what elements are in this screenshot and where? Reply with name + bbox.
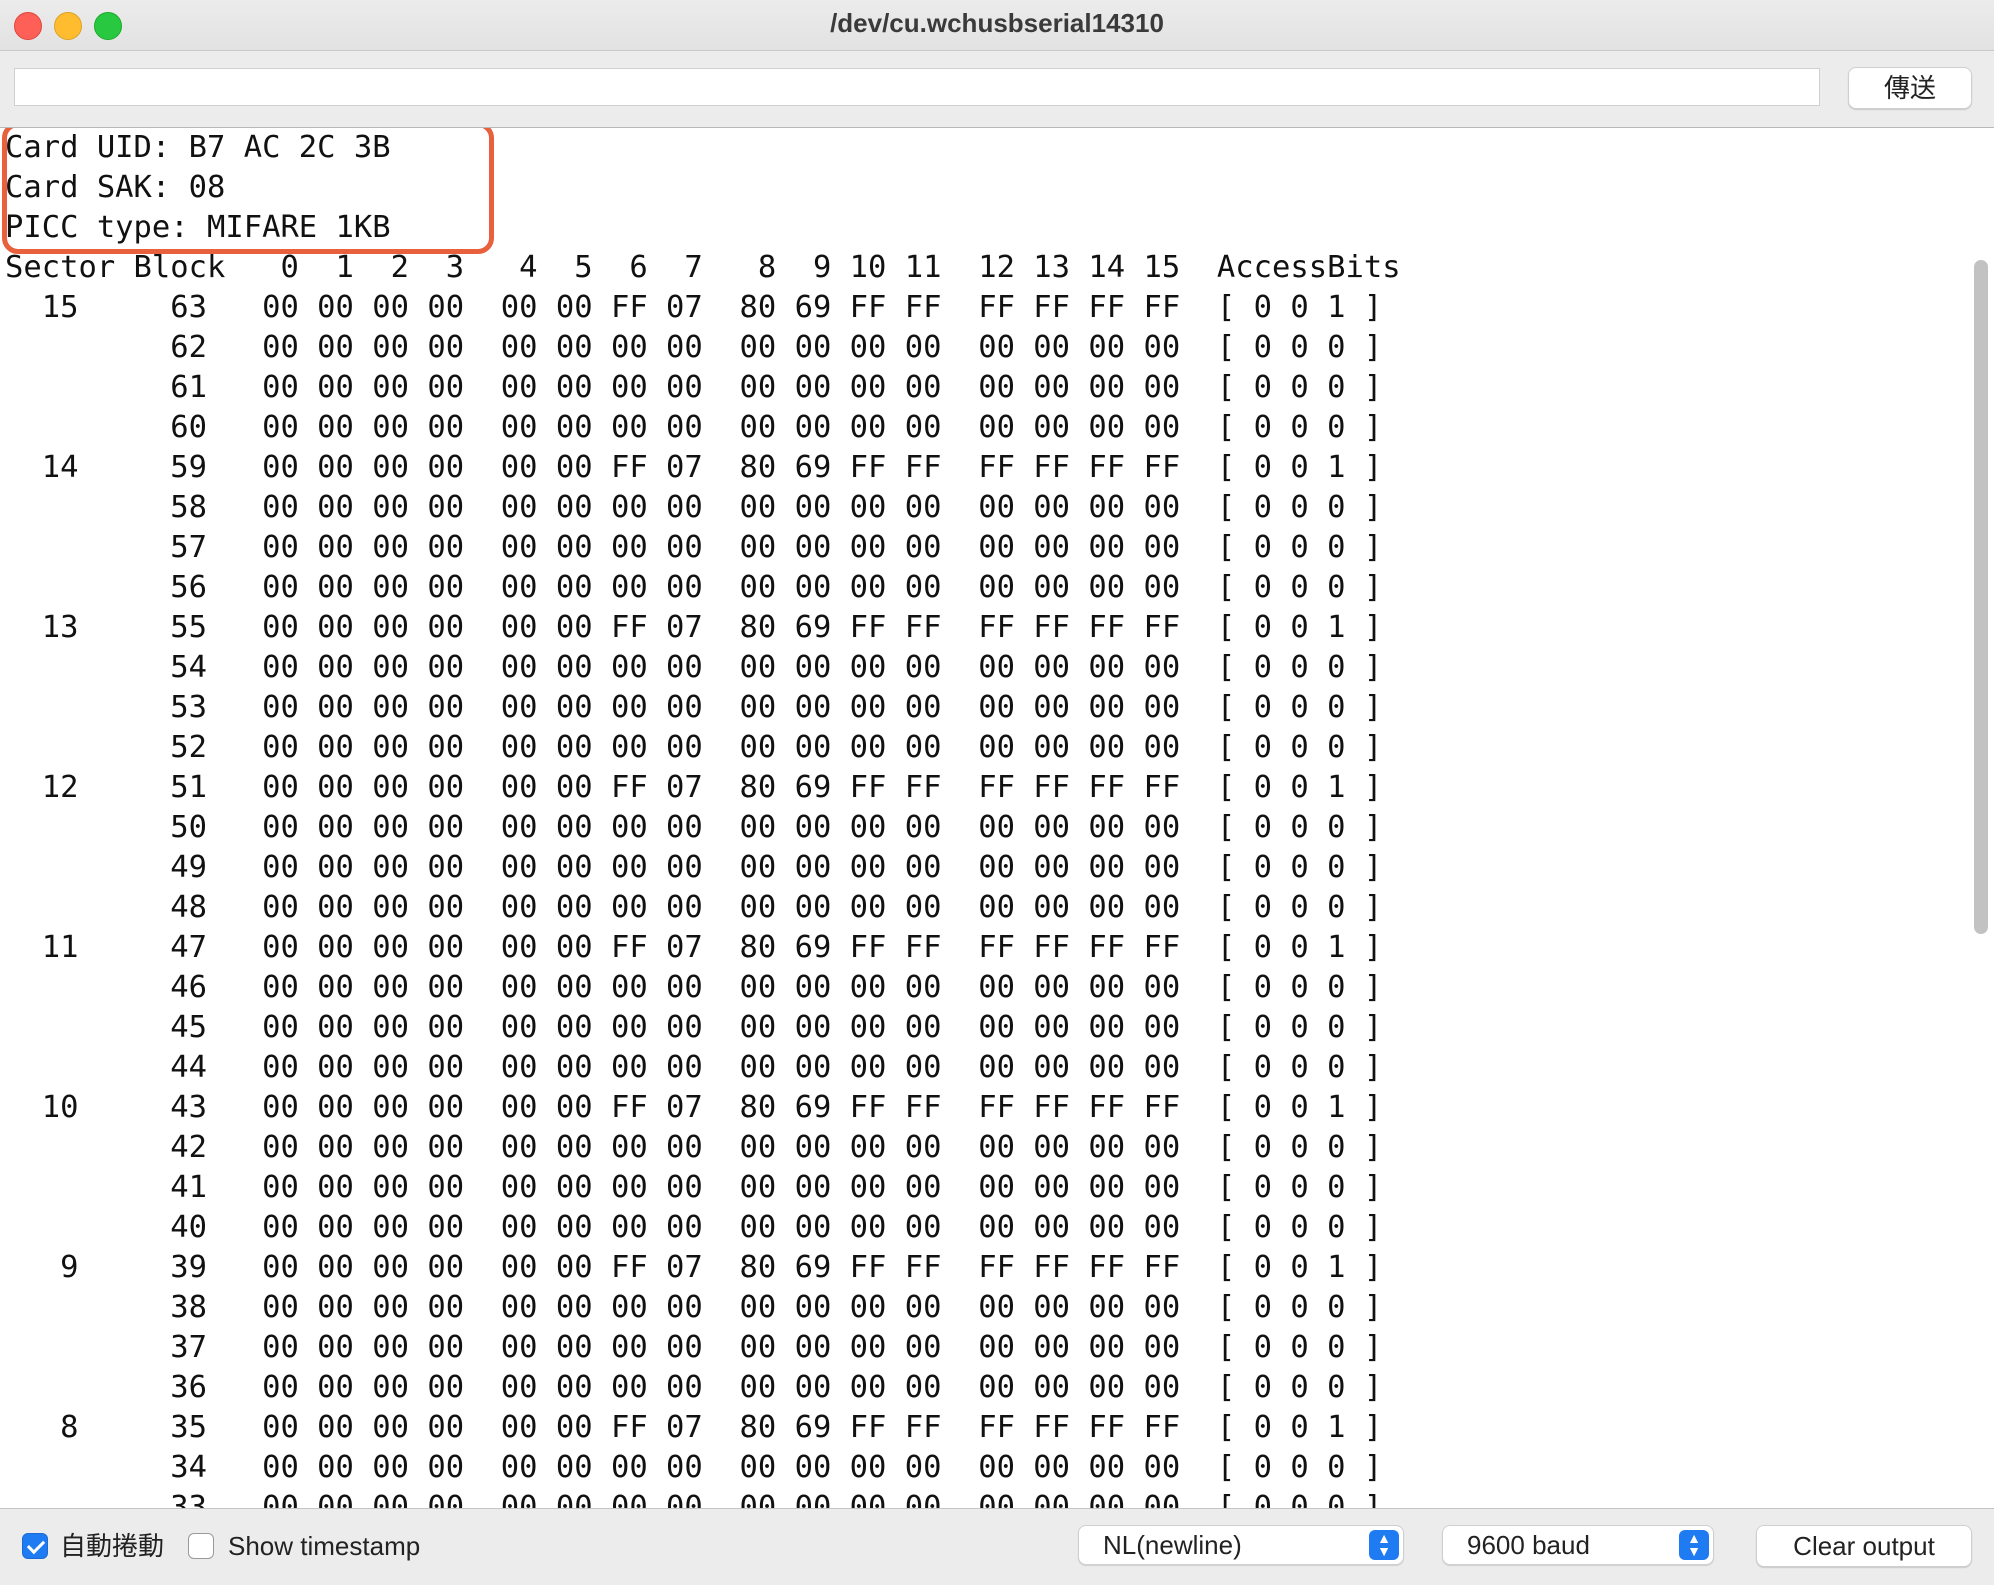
highlight-annotation [2,128,494,254]
output-line: 61 00 00 00 00 00 00 00 00 00 00 00 00 0… [5,370,1383,405]
output-line: 41 00 00 00 00 00 00 00 00 00 00 00 00 0… [5,1170,1383,1205]
output-line: 37 00 00 00 00 00 00 00 00 00 00 00 00 0… [5,1330,1383,1365]
line-ending-select[interactable]: NL(newline) ▲ ▼ [1078,1525,1404,1565]
output-line: 34 00 00 00 00 00 00 00 00 00 00 00 00 0… [5,1450,1383,1485]
output-line: 50 00 00 00 00 00 00 00 00 00 00 00 00 0… [5,810,1383,845]
window-titlebar: /dev/cu.wchusbserial14310 [0,0,1994,51]
output-line: 42 00 00 00 00 00 00 00 00 00 00 00 00 0… [5,1130,1383,1165]
output-line: 53 00 00 00 00 00 00 00 00 00 00 00 00 0… [5,690,1383,725]
output-line: 46 00 00 00 00 00 00 00 00 00 00 00 00 0… [5,970,1383,1005]
send-input[interactable] [14,68,1820,106]
output-line: 57 00 00 00 00 00 00 00 00 00 00 00 00 0… [5,530,1383,565]
serial-output[interactable]: Card UID: B7 AC 2C 3B Card SAK: 08 PICC ty… [0,128,1994,1508]
output-line: 36 00 00 00 00 00 00 00 00 00 00 00 00 0… [5,1370,1383,1405]
timestamp-checkbox[interactable] [188,1533,214,1559]
output-line: 11 47 00 00 00 00 00 00 FF 07 80 69 FF F… [5,930,1383,965]
output-line: 45 00 00 00 00 00 00 00 00 00 00 00 00 0… [5,1010,1383,1045]
output-line: 33 00 00 00 00 00 00 00 00 00 00 00 00 0… [5,1490,1383,1508]
baud-value: 9600 baud [1467,1530,1590,1560]
output-line: 48 00 00 00 00 00 00 00 00 00 00 00 00 0… [5,890,1383,925]
output-line: 58 00 00 00 00 00 00 00 00 00 00 00 00 0… [5,490,1383,525]
output-line: 8 35 00 00 00 00 00 00 FF 07 80 69 FF FF… [5,1410,1383,1445]
output-line: 40 00 00 00 00 00 00 00 00 00 00 00 00 0… [5,1210,1383,1245]
window-title: /dev/cu.wchusbserial14310 [830,8,1164,38]
output-line: 60 00 00 00 00 00 00 00 00 00 00 00 00 0… [5,410,1383,445]
output-line: 38 00 00 00 00 00 00 00 00 00 00 00 00 0… [5,1290,1383,1325]
clear-output-button[interactable]: Clear output [1756,1525,1972,1567]
output-line: 44 00 00 00 00 00 00 00 00 00 00 00 00 0… [5,1050,1383,1085]
output-scrollbar[interactable] [1974,260,1988,934]
send-bar: 傳送 [0,51,1994,128]
output-line: 49 00 00 00 00 00 00 00 00 00 00 00 00 0… [5,850,1383,885]
output-line: 12 51 00 00 00 00 00 00 FF 07 80 69 FF F… [5,770,1383,805]
output-line: 9 39 00 00 00 00 00 00 FF 07 80 69 FF FF… [5,1250,1383,1285]
output-line: 13 55 00 00 00 00 00 00 FF 07 80 69 FF F… [5,610,1383,645]
autoscroll-label: 自動捲動 [60,1531,165,1561]
send-button[interactable]: 傳送 [1848,67,1972,109]
baud-select[interactable]: 9600 baud ▲ ▼ [1442,1525,1714,1565]
output-line: 52 00 00 00 00 00 00 00 00 00 00 00 00 0… [5,730,1383,765]
autoscroll-checkbox[interactable] [22,1533,48,1559]
output-line: 14 59 00 00 00 00 00 00 FF 07 80 69 FF F… [5,450,1383,485]
chevron-updown-icon: ▲ ▼ [1679,1530,1709,1560]
footer-bar: 自動捲動 Show timestamp NL(newline) ▲ ▼ 9600 … [0,1508,1994,1585]
output-line: 62 00 00 00 00 00 00 00 00 00 00 00 00 0… [5,330,1383,365]
output-line: 54 00 00 00 00 00 00 00 00 00 00 00 00 0… [5,650,1383,685]
output-line: Sector Block 0 1 2 3 4 5 6 7 8 9 10 11 1… [5,250,1401,285]
output-line: 15 63 00 00 00 00 00 00 FF 07 80 69 FF F… [5,290,1383,325]
output-line: 10 43 00 00 00 00 00 00 FF 07 80 69 FF F… [5,1090,1383,1125]
chevron-updown-icon: ▲ ▼ [1369,1530,1399,1560]
output-line: 56 00 00 00 00 00 00 00 00 00 00 00 00 0… [5,570,1383,605]
line-ending-value: NL(newline) [1103,1530,1242,1560]
output-log: Card UID: B7 AC 2C 3B Card SAK: 08 PICC ty… [5,128,1401,1508]
timestamp-label: Show timestamp [228,1531,421,1561]
